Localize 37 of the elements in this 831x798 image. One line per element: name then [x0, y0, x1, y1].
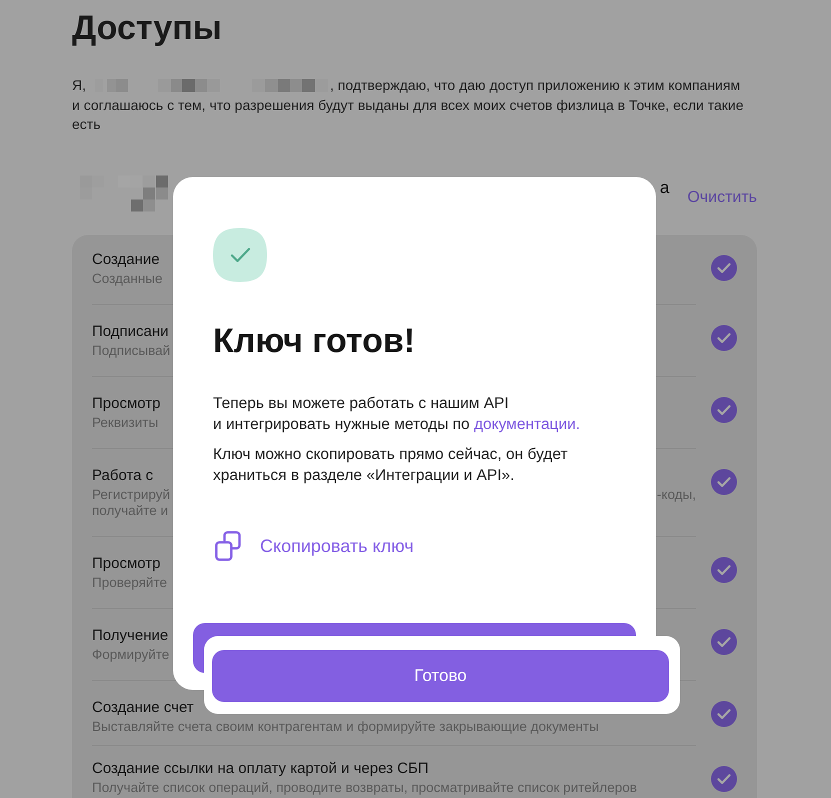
copy-key-link[interactable]: Скопировать ключ	[260, 534, 414, 558]
permission-title: Создание	[92, 250, 160, 270]
description-fragment: -коды,	[656, 486, 696, 502]
check-circle-icon[interactable]	[711, 556, 737, 582]
dialog-text: Ключ можно скопировать прямо сейчас, он будет храниться в разделе «Интеграции и API».	[213, 445, 568, 486]
clear-link[interactable]: Очистить	[687, 188, 757, 208]
permission-title: Работа с	[92, 466, 154, 486]
permission-description: Получайте список операций, проводите возвраты, просматривайте список ритейлеров	[92, 780, 637, 796]
permission-description: Созданные	[92, 270, 163, 286]
permission-title: Просмотр	[92, 554, 161, 574]
check-circle-icon[interactable]	[711, 628, 737, 654]
copy-icon[interactable]	[215, 531, 241, 561]
permission-title: Создание ссылки на оплату картой и через СБП	[92, 758, 429, 778]
permission-description: Регистрируй получайте и	[92, 486, 170, 518]
permission-title: Подписани	[92, 322, 169, 342]
permission-description: Выставляйте счета своим контрагентам и формируйте закрывающие документы	[92, 718, 599, 734]
permission-description: Реквизиты	[92, 414, 158, 430]
permission-title: Создание счет	[92, 698, 194, 718]
done-button[interactable]: Готово	[212, 650, 669, 702]
consent-text: Я, , подтверждаю, что даю доступ приложению к этим компаниям и соглашаюсь с тем, что разрешения будут выданы для всех моих счетов физлица в Точке, если такие есть	[72, 76, 745, 134]
dialog-title: Ключ готов!	[213, 321, 416, 362]
check-circle-icon[interactable]	[711, 254, 737, 280]
check-circle-icon[interactable]	[711, 324, 737, 350]
dialog-text: Теперь вы можете работать с нашим API и интегрировать нужные методы по документации.	[213, 394, 580, 435]
documentation-link[interactable]: документации.	[474, 416, 580, 433]
permission-title: Просмотр	[92, 394, 161, 414]
check-circle-icon[interactable]	[711, 766, 737, 792]
check-circle-icon[interactable]	[711, 700, 737, 726]
check-circle-icon[interactable]	[711, 396, 737, 422]
check-circle-icon[interactable]	[711, 468, 737, 494]
company-name-fragment: а	[660, 176, 670, 198]
permission-description: Подписывай	[92, 342, 170, 358]
permission-title: Получение	[92, 626, 168, 646]
permission-description: Формируйте	[92, 646, 170, 662]
permission-description: Проверяйте	[92, 574, 167, 590]
checkmark-tile-icon	[213, 228, 267, 282]
page-title: Доступы	[72, 8, 222, 49]
